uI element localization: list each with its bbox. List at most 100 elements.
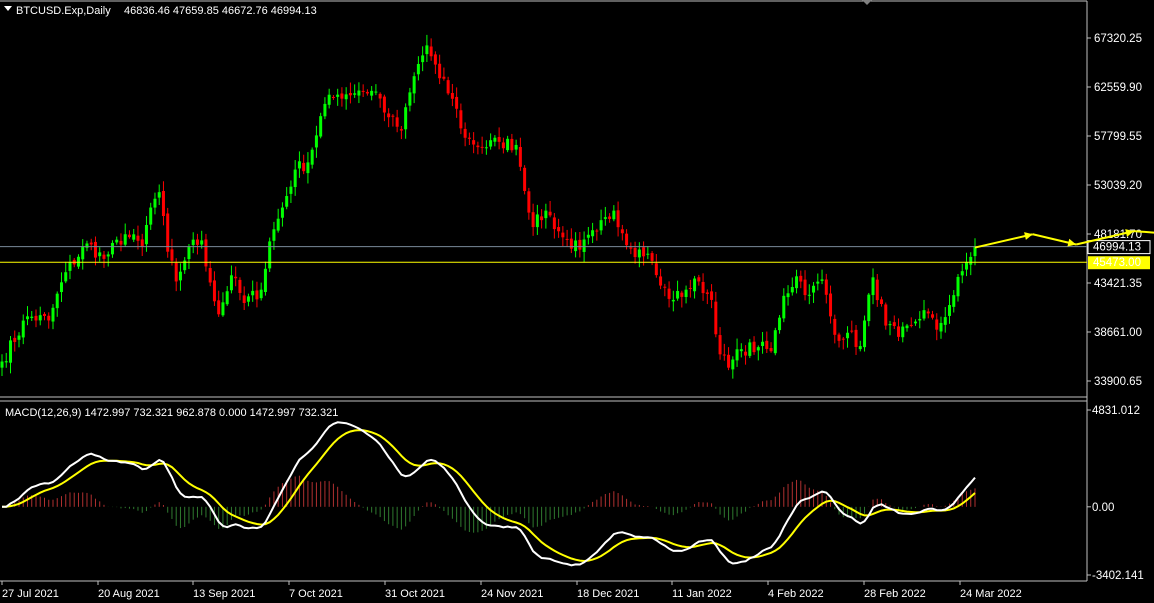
- candle-body: [824, 279, 828, 295]
- candle-body: [421, 55, 425, 63]
- candle-body: [382, 96, 386, 113]
- candle-body: [153, 198, 157, 208]
- candle-body: [531, 212, 535, 228]
- candle-body: [293, 169, 297, 188]
- candle-body: [578, 239, 582, 250]
- candle-body: [191, 239, 195, 246]
- candle-body: [251, 290, 255, 296]
- candle-body: [208, 268, 212, 283]
- candle-body: [901, 326, 905, 338]
- chart-canvas: 67320.2562559.9057799.5553039.2048181.70…: [0, 0, 1154, 603]
- candle-body: [501, 142, 505, 149]
- candle-body: [68, 261, 72, 271]
- candle-body: [225, 291, 229, 305]
- candle-body: [535, 214, 539, 228]
- candle-body: [510, 138, 514, 151]
- candle-body: [149, 207, 153, 225]
- candle-body: [922, 310, 926, 319]
- candle-body: [187, 246, 191, 260]
- candle-body: [931, 314, 935, 318]
- candle-body: [888, 324, 892, 326]
- time-tick-label: 11 Jan 2022: [672, 588, 732, 600]
- candle-body: [361, 90, 365, 92]
- candle-body: [51, 307, 55, 322]
- candle-body: [268, 241, 272, 269]
- candle-body: [472, 140, 476, 145]
- candle-body: [523, 167, 527, 191]
- candle-body: [484, 147, 488, 149]
- candle-body: [55, 293, 59, 309]
- candle-body: [238, 279, 242, 293]
- candle-body: [438, 63, 442, 79]
- candle-body: [416, 63, 420, 75]
- candle-body: [654, 263, 658, 276]
- candle-body: [47, 315, 51, 321]
- candle-body: [642, 247, 646, 257]
- candle-body: [769, 348, 773, 352]
- candle-body: [850, 330, 854, 332]
- candle-body: [688, 287, 692, 289]
- candle-body: [637, 249, 641, 258]
- candle-body: [344, 94, 348, 100]
- candle-body: [467, 137, 471, 139]
- candle-body: [710, 291, 714, 300]
- candle-body: [404, 107, 408, 130]
- time-tick-label: 18 Dec 2021: [577, 588, 639, 600]
- candle-body: [212, 280, 216, 302]
- candle-body: [667, 288, 671, 299]
- candle-body: [302, 162, 306, 172]
- candle-body: [612, 210, 616, 220]
- candle-body: [935, 319, 939, 330]
- candle-body: [425, 45, 429, 55]
- candle-body: [782, 295, 786, 319]
- candle-body: [89, 242, 93, 245]
- candle-body: [603, 217, 607, 219]
- candle-body: [875, 279, 879, 301]
- candle-body: [527, 191, 531, 213]
- candle-body: [816, 281, 820, 284]
- candle-body: [969, 256, 973, 265]
- candle-body: [714, 301, 718, 335]
- candle-body: [926, 311, 930, 314]
- candle-body: [306, 162, 310, 174]
- candle-body: [446, 80, 450, 94]
- time-tick-label: 20 Aug 2021: [98, 588, 160, 600]
- candle-body: [463, 128, 467, 138]
- time-tick-label: 27 Jul 2021: [2, 588, 59, 600]
- candle-body: [620, 229, 624, 234]
- candle-body: [778, 317, 782, 331]
- candle: [268, 237, 272, 272]
- candle-body: [586, 234, 590, 238]
- candle-body: [812, 285, 816, 293]
- candle-body: [408, 92, 412, 106]
- candle-body: [905, 325, 909, 329]
- candle-body: [697, 277, 701, 282]
- candle-body: [442, 76, 446, 79]
- candle-body: [756, 347, 760, 351]
- candle-body: [493, 137, 497, 142]
- candle-body: [13, 337, 17, 342]
- candle-body: [0, 361, 4, 368]
- candle-body: [395, 117, 399, 127]
- candle: [319, 112, 323, 139]
- candle-body: [76, 256, 80, 267]
- candle-body: [731, 359, 735, 370]
- candle-body: [744, 351, 748, 356]
- candle-body: [480, 146, 484, 148]
- candle-body: [353, 93, 357, 95]
- candle-body: [123, 234, 127, 245]
- candle-body: [871, 277, 875, 296]
- candle-body: [34, 315, 38, 321]
- candle-body: [761, 341, 765, 347]
- price-tick-label: 53039.20: [1094, 180, 1142, 192]
- candle-body: [909, 324, 913, 326]
- candle-body: [569, 238, 573, 249]
- candle-body: [25, 316, 29, 320]
- candle-body: [280, 207, 284, 218]
- candle-body: [195, 239, 199, 245]
- candle-body: [552, 217, 556, 230]
- current-price-label: 46994.13: [1093, 242, 1141, 254]
- candle-body: [799, 275, 803, 282]
- candle-body: [676, 291, 680, 299]
- candle-body: [166, 213, 170, 252]
